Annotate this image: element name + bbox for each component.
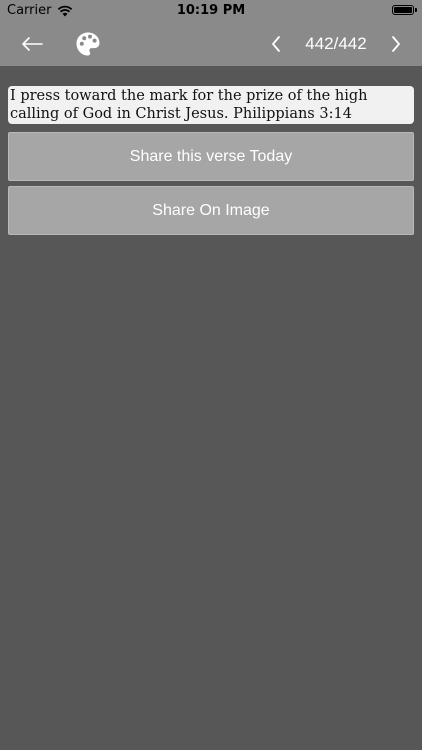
battery-icon: [392, 5, 414, 15]
arrow-left-icon: [22, 37, 43, 51]
share-on-image-button[interactable]: Share On Image: [8, 186, 414, 235]
previous-verse-button[interactable]: [262, 22, 290, 66]
status-time: 10:19 PM: [176, 3, 246, 18]
verse-counter: 442/442: [305, 34, 367, 53]
palette-button[interactable]: [70, 22, 106, 66]
chevron-left-icon: [272, 36, 280, 52]
back-button[interactable]: [14, 22, 50, 66]
next-verse-button[interactable]: [382, 22, 410, 66]
battery-tip: [415, 8, 417, 12]
status-bar: Carrier 10:19 PM: [0, 0, 422, 22]
battery-level: [394, 7, 412, 13]
palette-icon: [76, 32, 100, 56]
share-verse-today-button[interactable]: Share this verse Today: [8, 132, 414, 181]
verse-text: I press toward the mark for the prize of…: [8, 86, 414, 124]
chevron-right-icon: [392, 36, 400, 52]
nav-bar: 442/442: [0, 22, 422, 66]
